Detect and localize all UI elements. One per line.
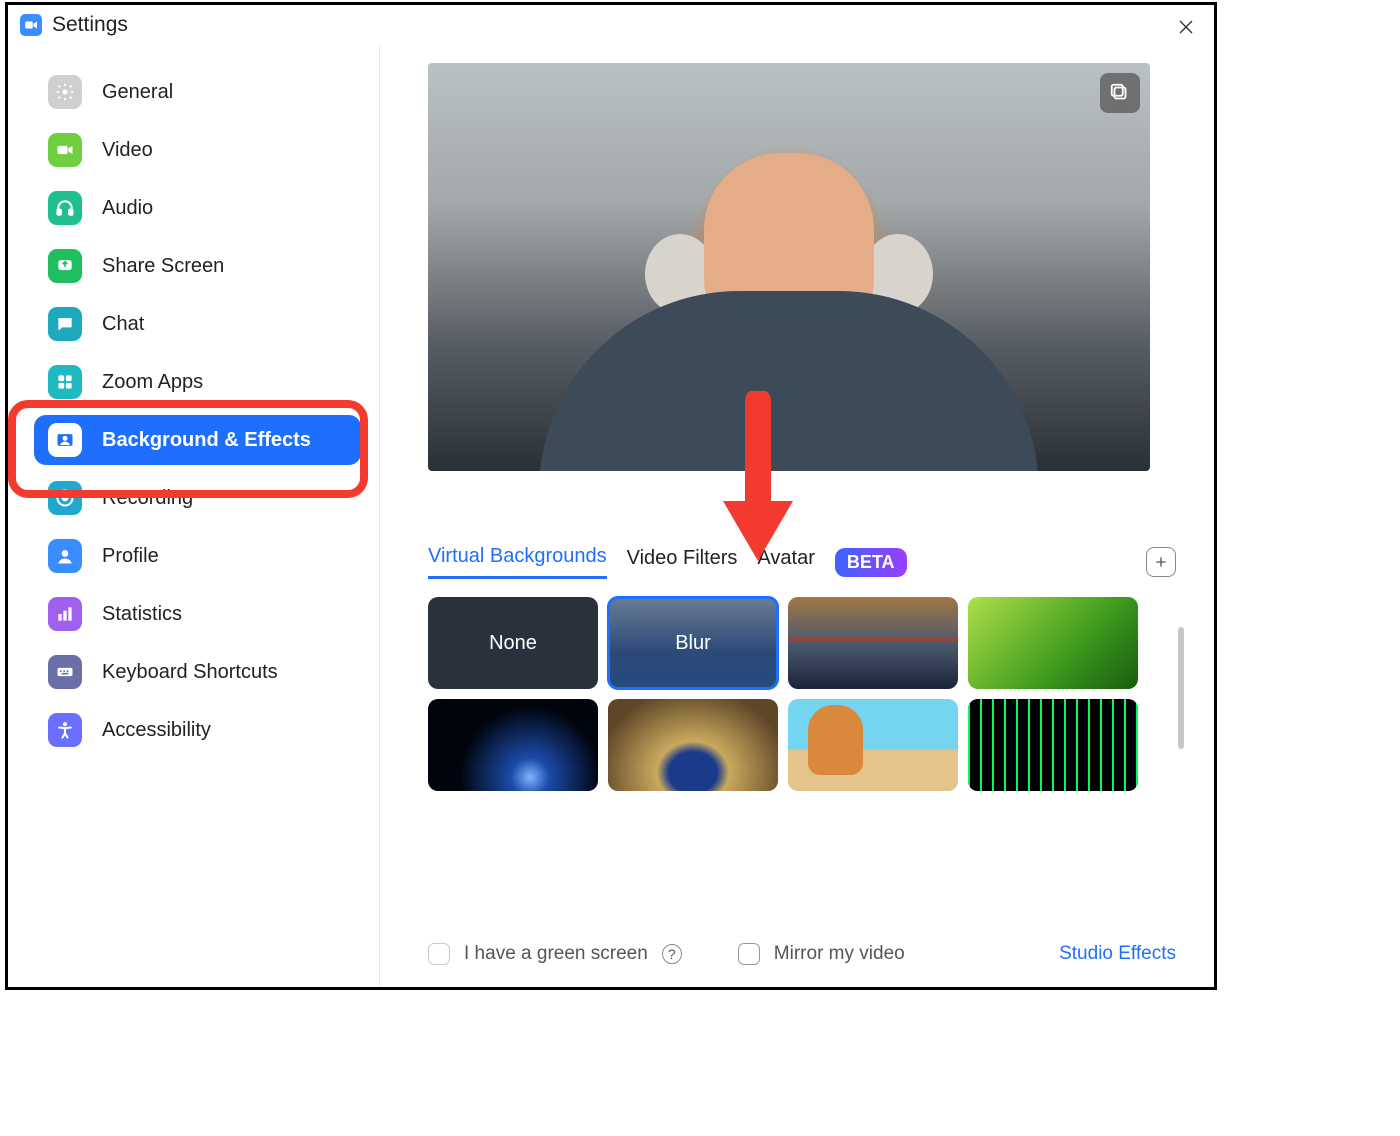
mirror-video-label: Mirror my video xyxy=(774,943,905,965)
person-card-icon xyxy=(48,423,82,457)
sidebar-item-label: Audio xyxy=(102,197,153,220)
green-screen-label: I have a green screen xyxy=(464,943,648,965)
sidebar-item-chat[interactable]: Chat xyxy=(34,299,361,349)
sidebar-item-label: Chat xyxy=(102,313,144,336)
thumb-label: Blur xyxy=(675,632,711,655)
settings-sidebar: General Video Audio Share Screen xyxy=(8,45,380,987)
add-background-button[interactable] xyxy=(1146,547,1176,577)
tab-label: Video Filters xyxy=(627,547,738,569)
tab-video-filters[interactable]: Video Filters xyxy=(627,547,738,578)
sidebar-item-label: Background & Effects xyxy=(102,429,311,452)
headphones-icon xyxy=(48,191,82,225)
record-icon xyxy=(48,481,82,515)
beta-badge: BETA xyxy=(835,548,907,577)
sidebar-item-label: Video xyxy=(102,139,153,162)
green-screen-checkbox[interactable] xyxy=(428,943,450,965)
sidebar-item-background-effects[interactable]: Background & Effects xyxy=(34,415,361,465)
main-panel: Virtual Backgrounds Video Filters Avatar… xyxy=(380,45,1214,987)
sidebar-item-accessibility[interactable]: Accessibility xyxy=(34,705,361,755)
sidebar-item-label: Keyboard Shortcuts xyxy=(102,661,278,684)
tab-avatar[interactable]: Avatar xyxy=(757,547,814,578)
video-icon xyxy=(48,133,82,167)
background-option-blur[interactable]: Blur xyxy=(608,597,778,689)
gear-icon xyxy=(48,75,82,109)
rotate-camera-button[interactable] xyxy=(1100,73,1140,113)
sidebar-item-general[interactable]: General xyxy=(34,67,361,117)
background-option-matrix[interactable] xyxy=(968,699,1138,791)
background-option-oval-office[interactable] xyxy=(608,699,778,791)
sidebar-item-keyboard-shortcuts[interactable]: Keyboard Shortcuts xyxy=(34,647,361,697)
close-button[interactable] xyxy=(1172,13,1200,41)
apps-icon xyxy=(48,365,82,399)
share-icon xyxy=(48,249,82,283)
effects-tabs: Virtual Backgrounds Video Filters Avatar… xyxy=(428,545,1176,579)
background-option-bridge[interactable] xyxy=(788,597,958,689)
window-title: Settings xyxy=(52,13,128,37)
background-option-bikini-bottom[interactable] xyxy=(788,699,958,791)
sidebar-item-label: Profile xyxy=(102,545,159,568)
sidebar-item-share-screen[interactable]: Share Screen xyxy=(34,241,361,291)
stats-icon xyxy=(48,597,82,631)
titlebar: Settings xyxy=(8,5,1214,45)
background-grid: None Blur xyxy=(428,597,1176,791)
background-option-none[interactable]: None xyxy=(428,597,598,689)
sidebar-item-label: General xyxy=(102,81,173,104)
accessibility-icon xyxy=(48,713,82,747)
thumb-label: None xyxy=(489,632,537,655)
green-screen-help-icon[interactable]: ? xyxy=(662,944,682,964)
sidebar-item-label: Recording xyxy=(102,487,193,510)
sidebar-item-label: Zoom Apps xyxy=(102,371,203,394)
chat-icon xyxy=(48,307,82,341)
zoom-app-icon xyxy=(20,14,42,36)
profile-icon xyxy=(48,539,82,573)
sidebar-item-statistics[interactable]: Statistics xyxy=(34,589,361,639)
sidebar-item-recording[interactable]: Recording xyxy=(34,473,361,523)
settings-window: Settings General Video Audio xyxy=(5,2,1217,990)
tab-label: Virtual Backgrounds xyxy=(428,545,607,567)
background-option-earth[interactable] xyxy=(428,699,598,791)
mirror-video-checkbox[interactable] xyxy=(738,943,760,965)
sidebar-item-profile[interactable]: Profile xyxy=(34,531,361,581)
video-preview xyxy=(428,63,1150,471)
scrollbar[interactable] xyxy=(1178,627,1184,749)
sidebar-item-zoom-apps[interactable]: Zoom Apps xyxy=(34,357,361,407)
sidebar-item-label: Share Screen xyxy=(102,255,224,278)
tab-label: Avatar xyxy=(757,547,814,569)
footer-controls: I have a green screen ? Mirror my video … xyxy=(428,943,1176,965)
keyboard-icon xyxy=(48,655,82,689)
studio-effects-link[interactable]: Studio Effects xyxy=(1059,943,1176,965)
sidebar-item-label: Accessibility xyxy=(102,719,211,742)
tab-virtual-backgrounds[interactable]: Virtual Backgrounds xyxy=(428,545,607,579)
sidebar-item-audio[interactable]: Audio xyxy=(34,183,361,233)
sidebar-item-label: Statistics xyxy=(102,603,182,626)
sidebar-item-video[interactable]: Video xyxy=(34,125,361,175)
background-option-grass[interactable] xyxy=(968,597,1138,689)
